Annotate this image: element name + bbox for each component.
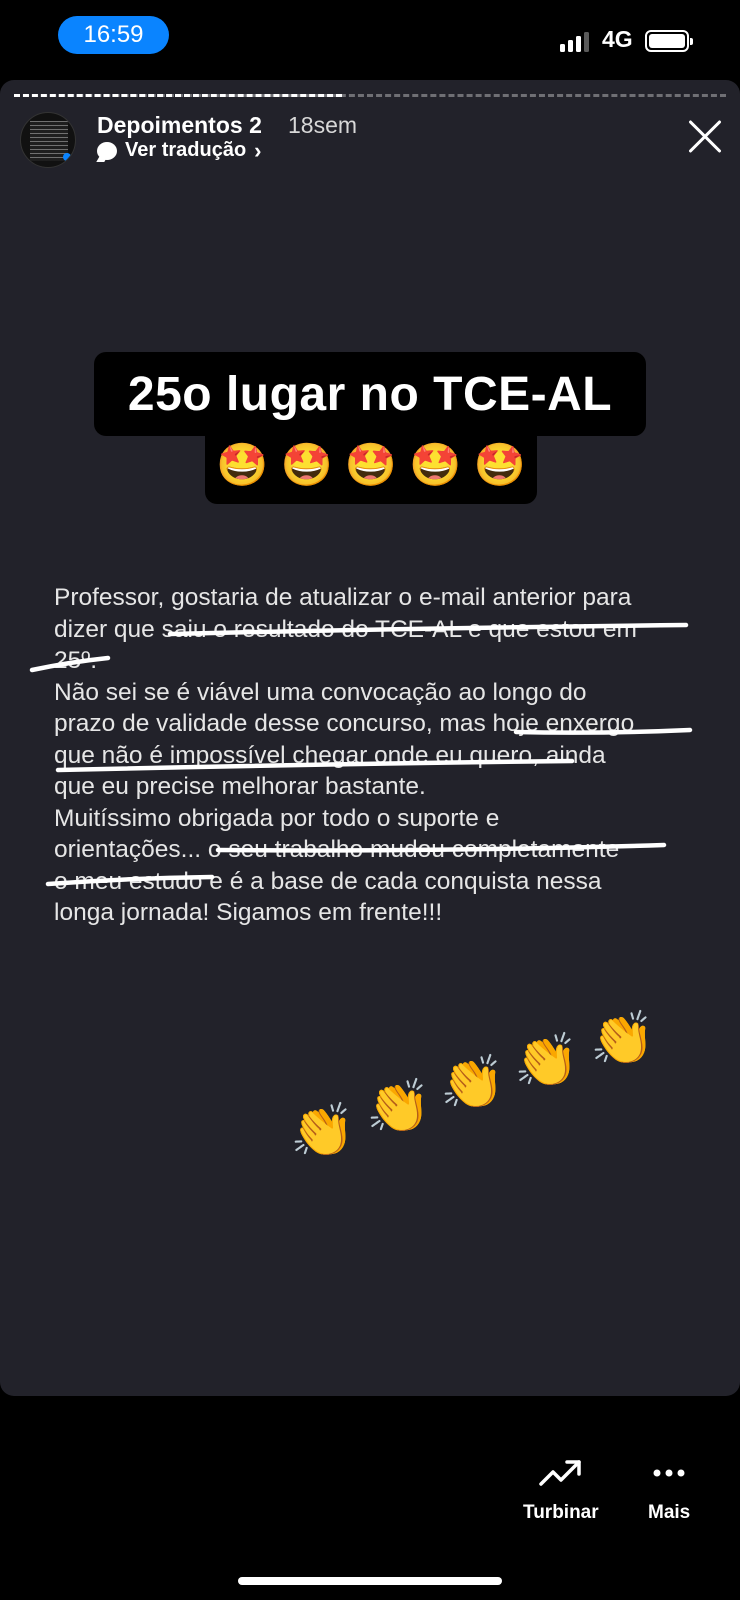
story-progress: [14, 94, 726, 97]
more-button[interactable]: Mais: [648, 1458, 690, 1524]
clapping-hands-emoji: 👏: [590, 1009, 655, 1069]
testimonial-line: orientações... o seu trabalho mudou comp…: [54, 836, 620, 863]
home-indicator[interactable]: [238, 1577, 502, 1585]
close-icon[interactable]: [686, 118, 724, 156]
clock-time: 16:59: [83, 21, 144, 48]
star-struck-emoji: 🤩: [473, 440, 526, 489]
story-progress-fill: [14, 94, 342, 97]
story-viewer[interactable]: Depoimentos 2 18sem Ver tradução › 25o l…: [0, 80, 740, 1396]
testimonial-line: 25º.: [54, 647, 98, 674]
star-struck-emoji: 🤩: [344, 440, 398, 489]
testimonial-line: Muitíssimo obrigada por todo o suporte e: [54, 804, 500, 832]
testimonial-line: que não é impossível chegar onde eu quer…: [54, 741, 606, 769]
avatar[interactable]: [20, 112, 76, 168]
star-struck-emoji: 🤩: [409, 440, 462, 489]
status-dot-icon: [63, 153, 71, 161]
boost-button[interactable]: Turbinar: [523, 1458, 599, 1524]
testimonial-line: dizer que saiu o resultado do TCE-AL e q…: [54, 615, 637, 643]
network-type: 4G: [602, 26, 633, 52]
star-struck-emoji: 🤩: [280, 440, 333, 489]
more-horizontal-icon: [653, 1469, 685, 1477]
profile-name[interactable]: Depoimentos 2: [97, 112, 262, 139]
speech-bubble-icon: [97, 141, 117, 160]
chevron-right-icon: ›: [254, 137, 262, 163]
trending-up-icon: [539, 1460, 581, 1486]
battery-icon: [645, 30, 693, 52]
clapping-hands-emoji: 👏: [440, 1053, 505, 1113]
headline-sticker: 25o lugar no TCE-AL: [94, 352, 646, 436]
boost-label: Turbinar: [523, 1502, 599, 1523]
status-bar: 16:59 4G: [0, 0, 740, 80]
testimonial-line: prazo de validade desse concurso, mas ho…: [54, 710, 635, 737]
more-label: Mais: [648, 1502, 691, 1523]
testimonial-line: o meu estudo e é a base de cada conquist…: [54, 867, 602, 895]
signal-icon: [560, 30, 592, 52]
translate-label: Ver tradução: [125, 139, 247, 161]
story-age: 18sem: [288, 112, 358, 138]
testimonial-text: Professor, gostaria de atualizar o e-mai…: [54, 582, 704, 929]
clapping-hands-emoji: 👏: [514, 1031, 579, 1091]
star-struck-emoji: 🤩: [216, 440, 269, 489]
testimonial-line: longa jornada! Sigamos em frente!!!: [54, 899, 443, 926]
headline-emoji-row: 🤩 🤩 🤩 🤩 🤩: [205, 426, 537, 504]
testimonial-line: Professor, gostaria de atualizar o e-mai…: [54, 584, 632, 611]
clapping-hands-emoji: 👏: [290, 1101, 355, 1161]
clapping-hands-emoji: 👏: [366, 1077, 431, 1137]
translate-link[interactable]: Ver tradução ›: [97, 139, 262, 162]
testimonial-line: que eu precise melhorar bastante.: [54, 773, 426, 800]
testimonial-line: Não sei se é viável uma convocação ao lo…: [54, 678, 587, 706]
time-pill[interactable]: 16:59: [58, 16, 169, 54]
